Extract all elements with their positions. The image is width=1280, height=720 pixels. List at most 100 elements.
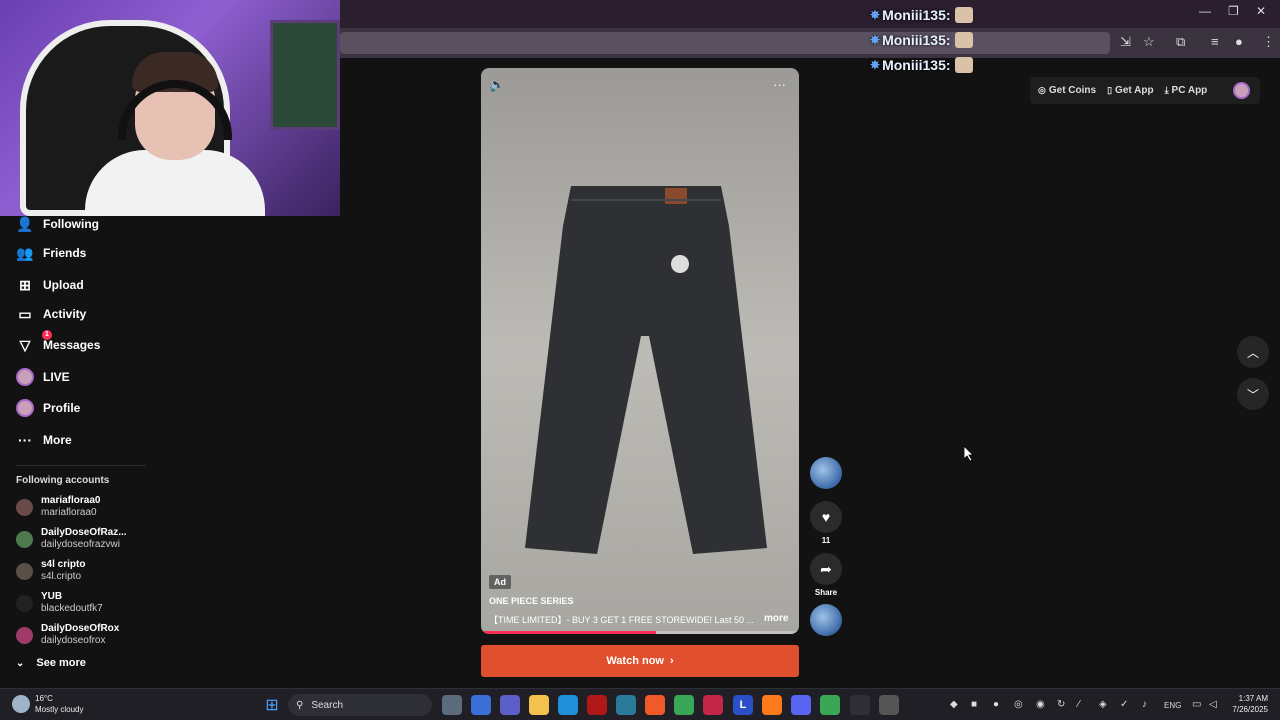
avatar: [16, 530, 33, 548]
sidebar-item-more[interactable]: ··· More: [16, 431, 72, 449]
taskbar-search[interactable]: ⚲ Search: [288, 694, 432, 716]
chrome-icon-2[interactable]: [820, 695, 840, 715]
sidebar-item-friends[interactable]: 👥 Friends: [16, 244, 86, 262]
activity-icon: ▭: [18, 305, 32, 322]
ad-title[interactable]: ONE PIECE SERIES: [489, 596, 574, 606]
badge-icon: ✵: [870, 57, 881, 72]
creator-avatar-button[interactable]: [810, 457, 842, 489]
chat-username: Moniii135:: [882, 6, 951, 23]
webcam-overlay: [0, 0, 340, 216]
copilot-icon[interactable]: [471, 695, 491, 715]
next-video-button[interactable]: ﹀: [1237, 378, 1269, 410]
account-item[interactable]: DailyDoseOfRox dailydoseofrox: [16, 623, 119, 647]
tray-icon[interactable]: ◉: [1036, 699, 1045, 710]
account-item[interactable]: mariafloraa0 mariafloraa0: [16, 495, 100, 519]
browser-menu-icon[interactable]: ⋮: [1262, 34, 1275, 50]
tray-icon[interactable]: ◈: [1099, 699, 1107, 710]
clock[interactable]: 1:37 AM 7/26/2025: [1226, 693, 1268, 715]
install-app-icon[interactable]: ⇲: [1120, 34, 1131, 50]
sidebar-item-label: Activity: [43, 307, 87, 321]
sidebar-divider: [16, 465, 146, 466]
extensions-icon[interactable]: ⧉: [1176, 34, 1185, 50]
brave-icon[interactable]: [645, 695, 665, 715]
video-progress-bar[interactable]: [481, 631, 799, 634]
reading-list-icon[interactable]: ≡: [1211, 34, 1219, 49]
chevron-down-icon: ⌄: [16, 657, 25, 669]
stream-chat-overlay: ✵ Moniii135: ✵ Moniii135: ✵ Moniii135:: [870, 2, 990, 77]
sidebar-item-following[interactable]: 👤 Following: [16, 215, 99, 233]
tray-icon[interactable]: ◎: [1014, 699, 1023, 710]
sidebar-item-live[interactable]: LIVE: [16, 368, 70, 386]
chrome-icon[interactable]: [674, 695, 694, 715]
ad-description: 【TIME LIMITED】- BUY 3 GET 1 FREE STOREWI…: [489, 615, 754, 625]
tray-icon[interactable]: ✓: [1120, 699, 1128, 710]
sidebar-item-profile[interactable]: Profile: [16, 399, 80, 417]
obs-icon[interactable]: [879, 695, 899, 715]
microphone-icon[interactable]: ♪: [1142, 699, 1147, 710]
bookmark-star-icon[interactable]: ☆: [1143, 34, 1155, 50]
account-item[interactable]: YUB blackedoutfk7: [16, 591, 103, 615]
chevron-right-icon: ›: [669, 655, 674, 667]
account-name: mariafloraa0: [41, 495, 101, 506]
task-view-icon[interactable]: [442, 695, 462, 715]
opera-icon[interactable]: [703, 695, 723, 715]
app-icon[interactable]: [587, 695, 607, 715]
network-icon[interactable]: ▭: [1192, 699, 1201, 710]
pc-app-button[interactable]: ⤓ PC App: [1165, 85, 1208, 96]
get-app-button[interactable]: ▯ Get App: [1107, 85, 1153, 96]
file-explorer-icon[interactable]: [529, 695, 549, 715]
messages-icon: ▽: [19, 336, 31, 353]
volume-icon[interactable]: 🔈: [489, 77, 505, 93]
like-button[interactable]: ♥ 11: [810, 501, 842, 545]
language-indicator[interactable]: ENG: [1164, 701, 1181, 710]
account-name: s4l cripto: [41, 559, 86, 570]
firefox-icon[interactable]: [762, 695, 782, 715]
account-username: dailydoseofrox: [41, 635, 106, 646]
minimize-icon[interactable]: —: [1199, 4, 1211, 18]
chat-line: ✵ Moniii135:: [870, 52, 990, 77]
emote-icon: [954, 6, 973, 23]
music-disc-button[interactable]: [810, 604, 842, 636]
watch-now-button[interactable]: Watch now ›: [481, 645, 799, 677]
discord-icon[interactable]: [791, 695, 811, 715]
l-app-icon[interactable]: L: [733, 695, 753, 715]
sidebar-item-messages[interactable]: ▽ 1 Messages: [16, 330, 100, 354]
edge-icon[interactable]: [558, 695, 578, 715]
volume-icon[interactable]: ◁: [1209, 699, 1217, 710]
account-item[interactable]: DailyDoseOfRaz... dailydoseofrazvwi: [16, 527, 127, 551]
upload-icon: ⊞: [19, 276, 31, 293]
tray-icon[interactable]: ⁄: [1078, 699, 1080, 710]
previous-video-button[interactable]: ︿: [1237, 336, 1269, 368]
tray-icon[interactable]: ◆: [950, 699, 958, 710]
teams-icon[interactable]: [500, 695, 520, 715]
see-more-button[interactable]: ⌄ See more: [16, 657, 86, 669]
video-player[interactable]: 🔈 ··· Ad ONE PIECE SERIES 【TIME LIMITED】…: [481, 68, 799, 634]
clock-time: 1:37 AM: [1238, 694, 1268, 703]
sidebar-item-activity[interactable]: ▭ Activity: [16, 305, 86, 323]
weather-widget[interactable]: 16°C Mostly cloudy: [12, 693, 83, 715]
webcam-background-window: [270, 20, 340, 130]
more-link[interactable]: more: [764, 613, 788, 624]
pc-app-label: PC App: [1171, 85, 1208, 96]
restore-icon[interactable]: ❐: [1228, 4, 1239, 18]
sidebar-item-upload[interactable]: ⊞ Upload: [16, 276, 84, 294]
windows-start-icon[interactable]: ⊞: [262, 695, 282, 715]
coin-icon: ◎: [1038, 85, 1046, 95]
cloud-icon: [12, 695, 30, 713]
more-options-icon[interactable]: ···: [773, 77, 786, 92]
app-icon-2[interactable]: [850, 695, 870, 715]
url-field[interactable]: [340, 32, 1110, 54]
close-icon[interactable]: ✕: [1256, 4, 1266, 18]
sidebar-item-label: Upload: [43, 278, 84, 292]
get-coins-button[interactable]: ◎ Get Coins: [1038, 85, 1096, 96]
tray-icon[interactable]: ■: [971, 699, 977, 710]
avatar[interactable]: [1233, 82, 1250, 99]
chevron-down-icon: ﹀: [1246, 387, 1259, 402]
store-icon[interactable]: [616, 695, 636, 715]
tray-icon[interactable]: ●: [993, 699, 999, 710]
tray-icon[interactable]: ↻: [1057, 699, 1065, 710]
account-item[interactable]: s4l cripto s4l.cripto: [16, 559, 85, 583]
profile-icon[interactable]: ●: [1235, 34, 1243, 49]
share-button[interactable]: ➦ Share: [810, 553, 842, 597]
share-label: Share: [814, 588, 838, 597]
